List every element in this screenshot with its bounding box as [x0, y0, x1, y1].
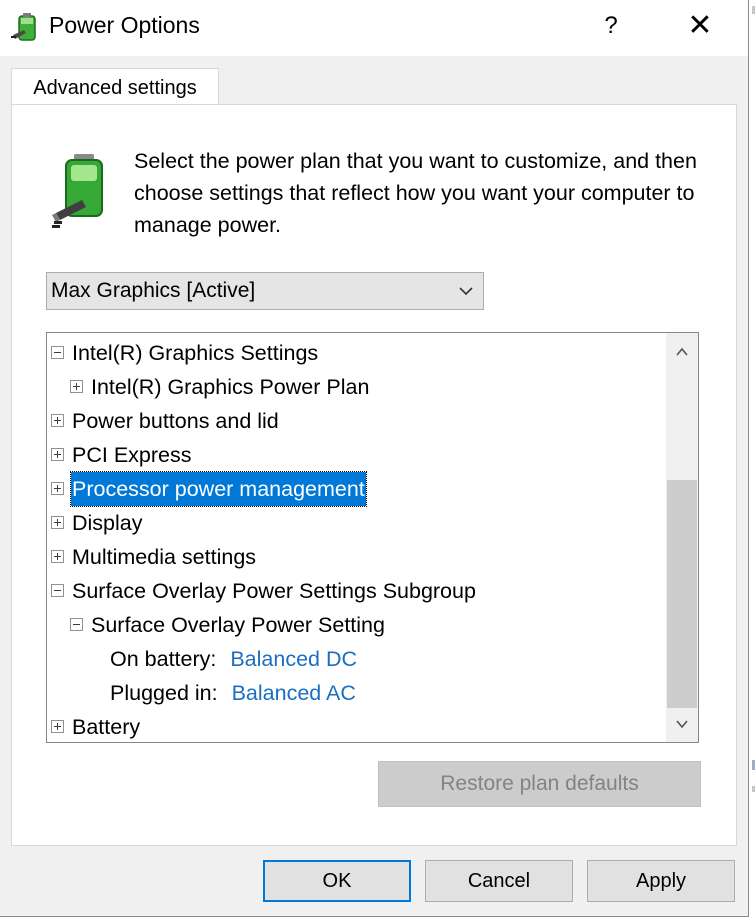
scroll-down-arrow-icon[interactable]: [673, 715, 691, 733]
tree-item-on-battery: On battery: Balanced DC: [110, 642, 357, 676]
cancel-button[interactable]: Cancel: [425, 860, 573, 902]
plugged-in-value-link[interactable]: Balanced AC: [232, 681, 356, 705]
settings-tree[interactable]: Intel(R) Graphics Settings Intel(R) Grap…: [46, 332, 699, 743]
tree-item-plugged-in: Plugged in: Balanced AC: [110, 676, 356, 710]
expand-icon[interactable]: [51, 516, 64, 529]
vertical-scrollbar[interactable]: [666, 333, 698, 742]
expand-icon[interactable]: [70, 380, 83, 393]
on-battery-value-link[interactable]: Balanced DC: [230, 647, 357, 671]
apply-button[interactable]: Apply: [587, 860, 735, 902]
help-button[interactable]: ?: [594, 8, 628, 44]
power-options-window: Power Options ? ✕ Advanced settings Sele…: [0, 0, 749, 917]
power-options-icon: [11, 13, 36, 41]
expand-icon[interactable]: [51, 414, 64, 427]
collapse-icon[interactable]: [51, 584, 64, 597]
collapse-icon[interactable]: [70, 618, 83, 631]
collapse-icon[interactable]: [51, 346, 64, 359]
description-text: Select the power plan that you want to c…: [134, 149, 697, 237]
battery-plug-icon: [52, 154, 103, 228]
advanced-settings-panel: Select the power plan that you want to c…: [11, 104, 737, 846]
expand-icon[interactable]: [51, 720, 64, 733]
tab-strip: Advanced settings: [0, 56, 748, 108]
close-button[interactable]: ✕: [680, 8, 720, 44]
expand-icon[interactable]: [51, 448, 64, 461]
expand-icon[interactable]: [51, 550, 64, 563]
chevron-down-icon: [459, 287, 473, 296]
ok-button[interactable]: OK: [263, 860, 411, 902]
tab-advanced-settings[interactable]: Advanced settings: [11, 68, 219, 108]
power-plan-dropdown[interactable]: Max Graphics [Active]: [46, 272, 484, 310]
restore-plan-defaults-button[interactable]: Restore plan defaults: [378, 761, 701, 807]
plugged-in-label: Plugged in:: [110, 681, 218, 705]
scroll-up-arrow-icon[interactable]: [673, 343, 691, 361]
expand-icon[interactable]: [51, 482, 64, 495]
title-bar[interactable]: Power Options ? ✕: [0, 0, 748, 56]
scrollbar-thumb[interactable]: [667, 480, 697, 708]
window-title: Power Options: [49, 12, 200, 38]
background-window-edge: [752, 6, 755, 792]
on-battery-label: On battery:: [110, 647, 217, 671]
power-plan-selected-value: Max Graphics [Active]: [51, 279, 256, 302]
